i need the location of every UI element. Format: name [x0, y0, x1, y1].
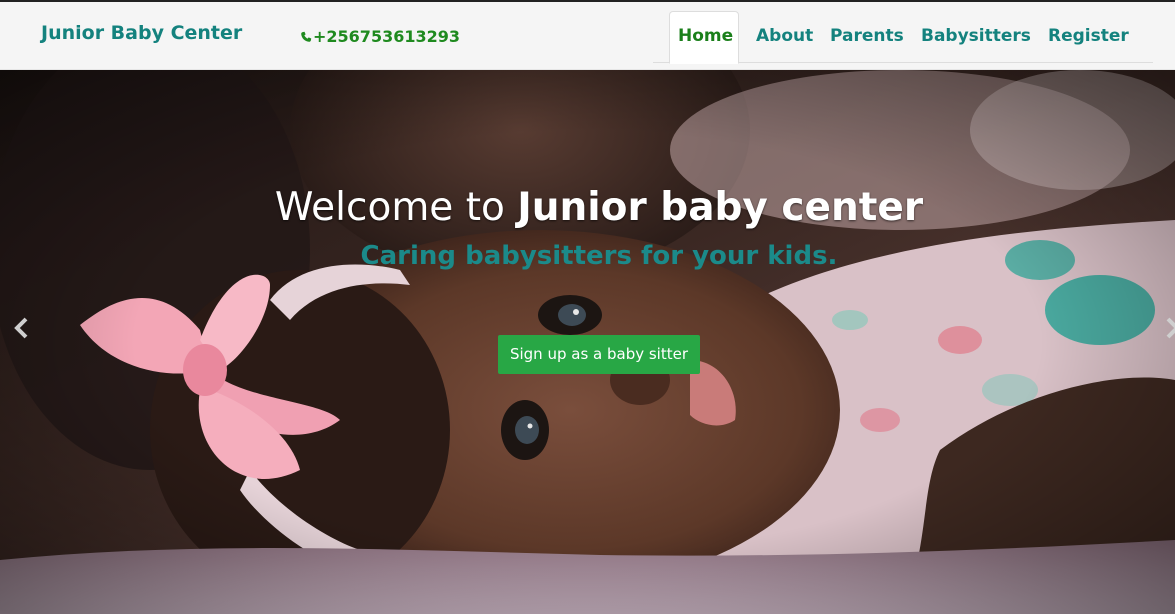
chevron-right-icon[interactable] — [1162, 316, 1175, 340]
navbar: Junior Baby Center +256753613293 Home Ab… — [0, 2, 1175, 70]
phone-icon — [301, 31, 312, 42]
phone-text: +256753613293 — [313, 27, 460, 46]
nav-parents[interactable]: Parents — [830, 26, 904, 46]
main-nav: Home About Parents Babysitters Register — [653, 11, 1153, 64]
welcome-emphasis: Junior baby center — [517, 185, 924, 230]
signup-babysitter-button[interactable]: Sign up as a baby sitter — [498, 335, 700, 374]
welcome-prefix: Welcome to — [274, 185, 505, 230]
nav-home[interactable]: Home — [678, 26, 733, 46]
hero-tagline: Caring babysitters for your kids. — [360, 241, 838, 271]
brand-link[interactable]: Junior Baby Center — [41, 22, 242, 44]
phone-number: +256753613293 — [300, 27, 460, 46]
carousel-caption: Welcome to Junior baby center Caring bab… — [0, 70, 1175, 614]
hero-carousel: Welcome to Junior baby center Caring bab… — [0, 70, 1175, 614]
hero-welcome-heading: Welcome to Junior baby center — [0, 185, 1175, 230]
nav-about[interactable]: About — [756, 26, 813, 46]
nav-register[interactable]: Register — [1048, 26, 1129, 46]
chevron-left-icon[interactable] — [12, 316, 32, 340]
nav-babysitters[interactable]: Babysitters — [921, 26, 1031, 46]
